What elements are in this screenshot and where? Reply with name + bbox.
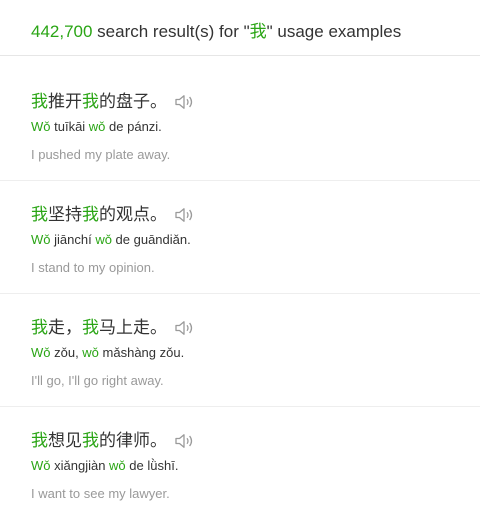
pinyin-text: de pánzi. [105, 119, 162, 134]
pinyin-text: mǎshàng zǒu. [98, 345, 185, 360]
speaker-icon[interactable] [174, 320, 196, 336]
highlight-term: wǒ [88, 119, 106, 134]
translation: I want to see my lawyer. [31, 486, 170, 501]
speaker-icon[interactable] [174, 207, 196, 223]
highlight-term: 我 [31, 318, 48, 337]
pinyin-text: tuīkāi [50, 119, 89, 134]
pinyin-text: jiānchí [50, 232, 96, 247]
highlight-term: 我 [31, 92, 48, 111]
speaker-icon[interactable] [174, 433, 196, 449]
highlight-term: Wǒ [31, 345, 51, 360]
highlight-term: 我 [82, 205, 99, 224]
pinyin-text: de lǜshī. [125, 458, 179, 473]
pinyin-text: zǒu, [50, 345, 83, 360]
translation: I stand to my opinion. [31, 260, 155, 275]
results-list: 我推开我的盘子。 Wǒ tuīkāi wǒ de pánzi. I pushed… [0, 56, 480, 520]
highlight-term: 我 [82, 431, 99, 450]
chinese-sentence: 我走，我马上走。 [31, 317, 480, 339]
highlight-term: 我 [31, 205, 48, 224]
pinyin: Wǒ jiānchí wǒ de guāndiǎn. [31, 232, 480, 248]
highlight-term: 我 [82, 92, 99, 111]
translation: I pushed my plate away. [31, 147, 171, 162]
highlight-term: Wǒ [31, 119, 51, 134]
highlight-term: Wǒ [31, 232, 51, 247]
chinese-sentence: 我坚持我的观点。 [31, 204, 480, 226]
highlight-term: 我 [31, 431, 48, 450]
highlight-term: Wǒ [31, 458, 51, 473]
translation: I'll go, I'll go right away. [31, 373, 164, 388]
results-header: 442,700 search result(s) for "我" usage e… [0, 0, 480, 56]
list-item: 我走，我马上走。 Wǒ zǒu, wǒ mǎshàng zǒu. I'll go… [0, 294, 480, 407]
sentence-text: 的律师。 [99, 431, 167, 450]
sentence-text: 推开 [48, 92, 82, 111]
list-item: 我想见我的律师。 Wǒ xiǎngjiàn wǒ de lǜshī. I wan… [0, 407, 480, 520]
list-item: 我坚持我的观点。 Wǒ jiānchí wǒ de guāndiǎn. I st… [0, 181, 480, 294]
sentence-text: 马上走。 [99, 318, 167, 337]
sentence-text: 的盘子。 [99, 92, 167, 111]
pinyin: Wǒ tuīkāi wǒ de pánzi. [31, 119, 480, 135]
highlight-term: wǒ [109, 458, 126, 473]
highlight-term: 我 [82, 318, 99, 337]
sentence-text: 走， [48, 318, 82, 337]
highlight-term: wǒ [82, 345, 99, 360]
pinyin: Wǒ zǒu, wǒ mǎshàng zǒu. [31, 345, 480, 361]
pinyin-text: xiǎngjiàn [50, 458, 110, 473]
sentence-text: 的观点。 [99, 205, 167, 224]
sentence-text: 想见 [48, 431, 82, 450]
speaker-icon[interactable] [174, 94, 196, 110]
pinyin: Wǒ xiǎngjiàn wǒ de lǜshī. [31, 458, 480, 474]
chinese-sentence: 我推开我的盘子。 [31, 91, 480, 113]
chinese-sentence: 我想见我的律师。 [31, 430, 480, 452]
header-text-before: search result(s) for " [92, 22, 250, 41]
result-count: 442,700 [31, 22, 93, 41]
list-item: 我推开我的盘子。 Wǒ tuīkāi wǒ de pánzi. I pushed… [0, 68, 480, 181]
header-text-after: " usage examples [266, 22, 402, 41]
search-term: 我 [249, 22, 267, 41]
highlight-term: wǒ [95, 232, 112, 247]
sentence-text: 坚持 [48, 205, 82, 224]
pinyin-text: de guāndiǎn. [111, 232, 191, 247]
